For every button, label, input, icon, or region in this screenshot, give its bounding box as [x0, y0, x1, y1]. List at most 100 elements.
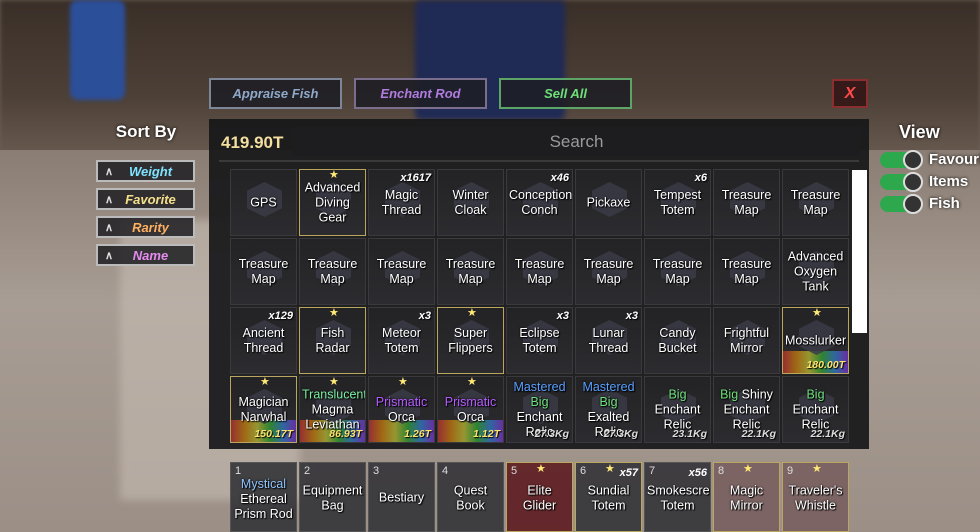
favorite-star-icon: ★ [536, 463, 546, 475]
toggle-switch[interactable] [880, 149, 923, 170]
hotbar-item-name: Quest Book [453, 483, 488, 513]
hotbar-slot-2[interactable]: 2 Equipment Bag [299, 462, 366, 532]
item-quantity: x129 [268, 310, 293, 322]
toggle-switch[interactable] [880, 193, 923, 214]
inventory-slot-treasure-map[interactable]: Treasure Map [368, 238, 435, 305]
item-name: Treasure Map [445, 256, 496, 286]
inventory-slot-treasure-map[interactable]: Treasure Map [230, 238, 297, 305]
sort-rarity-button[interactable]: ∧ Rarity [96, 216, 195, 238]
inventory-slot-big-enchant-relic[interactable]: Big Enchant Relic 22.1Kg [782, 376, 849, 443]
item-name: Conception Conch [509, 187, 573, 217]
enchant-rod-button[interactable]: Enchant Rod [354, 78, 487, 109]
sort-option-label: Name [132, 247, 169, 263]
item-weight: 23.1Kg [672, 428, 707, 440]
inventory-slot-translucent-magma-leviathan[interactable]: ★ Translucent Magma Leviathan 86.93T [299, 376, 366, 443]
inventory-slot-mosslurker[interactable]: ★ Mosslurker 180.00T [782, 307, 849, 374]
inventory-scrollbar[interactable] [852, 170, 867, 333]
chevron-up-icon: ∧ [104, 193, 114, 206]
hotbar-slot-5[interactable]: 5 ★ Elite Glider [506, 462, 573, 532]
sort-favorite-button[interactable]: ∧ Favorite [96, 188, 195, 210]
inventory-slot-advanced-oxygen-tank[interactable]: Advanced Oxygen Tank [782, 238, 849, 305]
inventory-slot-prismatic-orca[interactable]: ★ Prismatic Orca 1.26T [368, 376, 435, 443]
hotbar-item-name: Equipment Bag [302, 483, 363, 513]
inventory-slot-advanced-diving-gear[interactable]: ★ Advanced Diving Gear [299, 169, 366, 236]
inventory-slot-meteor-totem[interactable]: x3 Meteor Totem [368, 307, 435, 374]
inventory-slot-tempest-totem[interactable]: x6 Tempest Totem [644, 169, 711, 236]
hotbar-slot-4[interactable]: 4 Quest Book [437, 462, 504, 532]
item-name: Candy Bucket [658, 325, 697, 355]
item-quantity: x3 [418, 310, 431, 322]
inventory-slot-magician-narwhal[interactable]: ★ Magician Narwhal 150.17T [230, 376, 297, 443]
inventory-slot-frightful-mirror[interactable]: Frightful Mirror [713, 307, 780, 374]
item-name: Big Enchant Relic [792, 387, 839, 431]
item-name: Treasure Map [721, 256, 772, 286]
item-name: Meteor Totem [382, 325, 421, 355]
toggle-row-fish[interactable]: Fish [880, 193, 960, 214]
inventory-slot-magic-thread[interactable]: x1617 Magic Thread [368, 169, 435, 236]
inventory-slot-big-enchant-relic[interactable]: Big Enchant Relic 23.1Kg [644, 376, 711, 443]
inventory-slot-treasure-map[interactable]: Treasure Map [299, 238, 366, 305]
hotbar-slot-9[interactable]: 9 ★ Traveler's Whistle [782, 462, 849, 532]
inventory-slot-treasure-map[interactable]: Treasure Map [644, 238, 711, 305]
hotbar-slot-8[interactable]: 8 ★ Magic Mirror [713, 462, 780, 532]
hotbar-item-name: Sundial Totem [587, 483, 630, 513]
inventory-slot-super-flippers[interactable]: ★ Super Flippers [437, 307, 504, 374]
inventory-slot-winter-cloak[interactable]: Winter Cloak [437, 169, 504, 236]
hotbar-slot-6[interactable]: 6 ★ x57 Sundial Totem [575, 462, 642, 532]
toggle-row-favourites[interactable]: Favourites [880, 149, 980, 170]
item-name: Magic Thread [381, 187, 422, 217]
inventory-slot-ancient-thread[interactable]: x129 Ancient Thread [230, 307, 297, 374]
background-barrel [70, 0, 125, 100]
item-name: Treasure Map [790, 187, 841, 217]
inventory-slot-conception-conch[interactable]: x46 Conception Conch [506, 169, 573, 236]
inventory-slot-mastered-big-exalted-relic[interactable]: Mastered Big Exalted Relic 27.3Kg [575, 376, 642, 443]
item-name: Magician Narwhal [238, 394, 289, 424]
inventory-slot-treasure-map[interactable]: Treasure Map [713, 169, 780, 236]
inventory-slot-eclipse-totem[interactable]: x3 Eclipse Totem [506, 307, 573, 374]
hotbar-item-name: Bestiary [378, 490, 425, 505]
toggle-row-items[interactable]: Items [880, 171, 968, 192]
hotbar-slot-number: 5 [511, 465, 518, 477]
item-name: Big Enchant Relic [654, 387, 701, 431]
sort-weight-button[interactable]: ∧ Weight [96, 160, 195, 182]
item-name: Frightful Mirror [723, 325, 770, 355]
hotbar-slot-3[interactable]: 3 Bestiary [368, 462, 435, 532]
sell-all-button[interactable]: Sell All [499, 78, 632, 109]
favorite-star-icon: ★ [260, 376, 270, 388]
item-name: Treasure Map [238, 256, 289, 286]
hotbar-slot-1[interactable]: 1 Mystical Ethereal Prism Rod [230, 462, 297, 532]
item-name: Ancient Thread [242, 325, 285, 355]
inventory-slot-pickaxe[interactable]: Pickaxe [575, 169, 642, 236]
inventory-slot-fish-radar[interactable]: ★ Fish Radar [299, 307, 366, 374]
inventory-slot-candy-bucket[interactable]: Candy Bucket [644, 307, 711, 374]
item-name: Treasure Map [583, 256, 634, 286]
hotbar-slot-number: 4 [442, 465, 449, 477]
item-name: Fish Radar [315, 325, 350, 355]
toggle-switch[interactable] [880, 171, 923, 192]
inventory-slot-big-shiny-enchant-relic[interactable]: Big Shiny Enchant Relic 22.1Kg [713, 376, 780, 443]
search-input[interactable] [293, 127, 860, 156]
item-name: Tempest Totem [653, 187, 702, 217]
inventory-slot-treasure-map[interactable]: Treasure Map [782, 169, 849, 236]
toggle-label: Fish [929, 195, 960, 212]
inventory-slot-treasure-map[interactable]: Treasure Map [506, 238, 573, 305]
inventory-slot-lunar-thread[interactable]: x3 Lunar Thread [575, 307, 642, 374]
item-weight: 27.3Kg [534, 428, 569, 440]
inventory-slot-gps[interactable]: GPS [230, 169, 297, 236]
inventory-slot-treasure-map[interactable]: Treasure Map [575, 238, 642, 305]
sort-name-button[interactable]: ∧ Name [96, 244, 195, 266]
inventory-slot-prismatic-orca[interactable]: ★ Prismatic Orca 1.12T [437, 376, 504, 443]
appraise-fish-button[interactable]: Appraise Fish [209, 78, 342, 109]
inventory-slot-treasure-map[interactable]: Treasure Map [437, 238, 504, 305]
close-button[interactable]: X [832, 79, 868, 108]
item-weight: 27.3Kg [603, 428, 638, 440]
item-value: 1.26T [404, 428, 431, 440]
item-name: Big Shiny Enchant Relic [720, 387, 773, 431]
inventory-slot-treasure-map[interactable]: Treasure Map [713, 238, 780, 305]
favorite-star-icon: ★ [743, 463, 753, 475]
item-name: Advanced Oxygen Tank [787, 249, 844, 293]
hotbar-slot-number: 1 [235, 465, 242, 477]
inventory-slot-mastered-big-enchant-relic[interactable]: Mastered Big Enchant Relic 27.3Kg [506, 376, 573, 443]
hotbar-slot-7[interactable]: 7 x56 Smokescreen Totem [644, 462, 711, 532]
item-value: 1.12T [473, 428, 500, 440]
